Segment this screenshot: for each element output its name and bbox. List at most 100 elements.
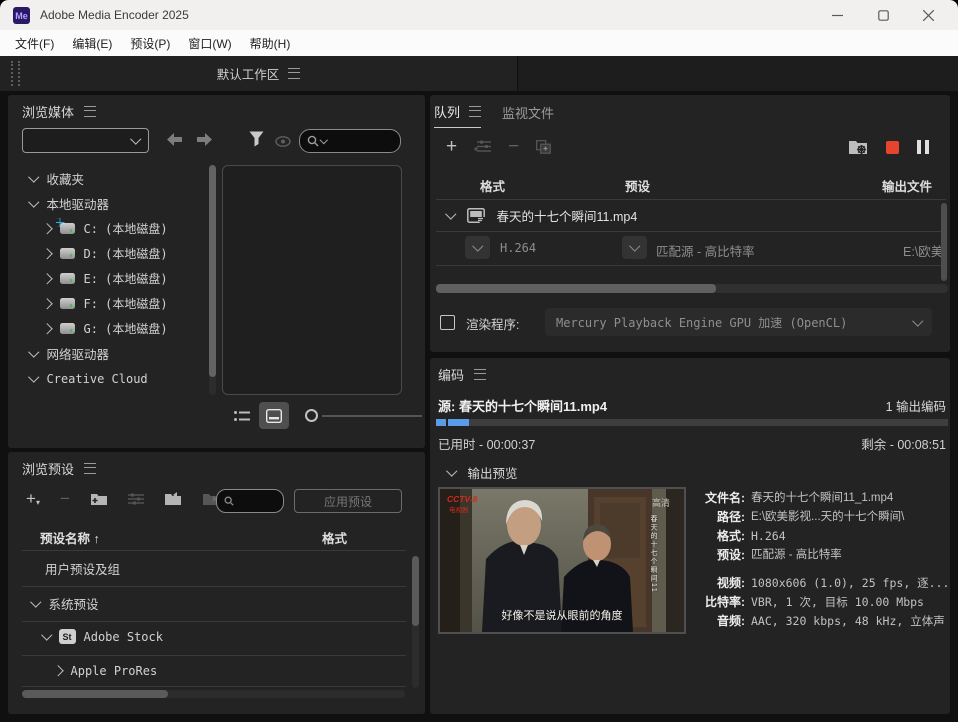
close-button[interactable] xyxy=(913,4,943,26)
col-queue-output[interactable]: 输出文件 xyxy=(882,176,932,195)
preset-search-input[interactable] xyxy=(216,489,284,513)
thumbnail-view-button[interactable] xyxy=(259,402,289,429)
col-queue-format[interactable]: 格式 xyxy=(480,176,505,195)
tree-item-favorites[interactable]: 收藏夹 xyxy=(30,166,84,191)
add-output-icon[interactable] xyxy=(474,140,491,153)
chevron-down-icon[interactable] xyxy=(28,197,39,208)
presets-horizontal-scrollbar[interactable] xyxy=(22,690,405,698)
queue-menu-icon[interactable] xyxy=(469,106,481,117)
eye-icon[interactable] xyxy=(275,134,291,152)
queue-vertical-scrollbar[interactable] xyxy=(941,203,947,281)
chevron-right-icon[interactable] xyxy=(41,298,52,309)
encoding-title: 编码 xyxy=(438,365,464,384)
channel-logo-sub: 电视剧 xyxy=(449,504,469,514)
renderer-dropdown[interactable]: Mercury Playback Engine GPU 加速 (OpenCL) xyxy=(545,308,932,336)
menu-edit[interactable]: 编辑(E) xyxy=(63,31,121,56)
media-location-dropdown[interactable] xyxy=(22,128,149,153)
thumbnail-size-slider-track[interactable] xyxy=(322,415,422,417)
chevron-down-icon[interactable] xyxy=(28,347,39,358)
preset-row-adobe-stock[interactable]: St Adobe Stock xyxy=(43,624,163,649)
media-tree-scrollbar[interactable] xyxy=(209,165,216,395)
preset-dropdown-button[interactable] xyxy=(622,236,647,259)
tree-item-drive-g[interactable]: G: (本地磁盘) xyxy=(43,316,168,341)
tree-item-label: F: (本地磁盘) xyxy=(84,295,168,312)
menu-help[interactable]: 帮助(H) xyxy=(241,31,300,56)
menu-preset[interactable]: 预设(P) xyxy=(121,31,179,56)
stop-queue-button[interactable] xyxy=(886,141,899,154)
chevron-down-icon[interactable] xyxy=(28,172,39,183)
detail-format: 格式:H.264 xyxy=(697,527,952,546)
job-output-path[interactable]: E:\欧美 xyxy=(903,241,946,260)
col-preset-name[interactable]: 预设名称 ↑ xyxy=(40,528,100,547)
chevron-down-icon[interactable] xyxy=(30,597,41,608)
back-arrow-button[interactable] xyxy=(166,132,183,152)
forward-arrow-button[interactable] xyxy=(196,132,213,152)
queue-job-row[interactable]: 春天的十七个瞬间11.mp4 xyxy=(447,206,637,225)
browse-presets-header: 浏览预设 xyxy=(22,459,96,478)
encode-elapsed: 已用时 - 00:00:37 xyxy=(438,434,535,453)
chevron-down-icon[interactable] xyxy=(41,630,52,641)
thumbnail-size-slider-knob[interactable] xyxy=(305,409,318,422)
menu-window[interactable]: 窗口(W) xyxy=(179,31,240,56)
add-source-button[interactable]: + xyxy=(446,137,457,156)
browse-presets-menu-icon[interactable] xyxy=(84,463,96,474)
queue-horizontal-scrollbar[interactable] xyxy=(436,284,948,293)
tree-item-drive-f[interactable]: F: (本地磁盘) xyxy=(43,291,168,316)
presets-vertical-scrollbar[interactable] xyxy=(412,556,419,688)
tab-queue[interactable]: 队列 xyxy=(434,102,481,128)
chevron-right-icon[interactable] xyxy=(52,665,63,676)
tab-watch-folders[interactable]: 监视文件 xyxy=(502,103,554,122)
remove-preset-button[interactable]: − xyxy=(60,490,70,507)
chevron-down-icon[interactable] xyxy=(445,209,456,220)
workspace-tab-default[interactable]: 默认工作区 xyxy=(0,56,517,91)
watch-folder-gear-icon[interactable] xyxy=(848,139,868,155)
browse-media-title: 浏览媒体 xyxy=(22,102,74,121)
chevron-right-icon[interactable] xyxy=(41,223,52,234)
preset-row-system-presets[interactable]: 系统预设 xyxy=(32,591,99,616)
encoding-menu-icon[interactable] xyxy=(474,369,486,380)
preset-row-user-presets[interactable]: 用户预设及组 xyxy=(45,556,120,581)
tree-item-drive-e[interactable]: E: (本地磁盘) xyxy=(43,266,168,291)
remove-source-button[interactable]: − xyxy=(508,137,519,156)
apply-preset-button[interactable]: 应用预设 xyxy=(294,489,402,513)
import-preset-icon[interactable] xyxy=(164,492,182,506)
duplicate-icon[interactable] xyxy=(536,140,551,154)
chevron-down-icon[interactable] xyxy=(28,372,39,383)
tree-item-drive-d[interactable]: D: (本地磁盘) xyxy=(43,241,168,266)
job-format-value[interactable]: H.264 xyxy=(500,241,536,255)
media-search-input[interactable] xyxy=(299,129,401,153)
new-preset-group-icon[interactable] xyxy=(90,492,108,506)
preset-row-apple-prores[interactable]: Apple ProRes xyxy=(54,658,157,683)
chevron-right-icon[interactable] xyxy=(41,248,52,259)
tree-item-label: Creative Cloud xyxy=(47,372,148,386)
encode-remaining: 剩余 - 00:08:51 xyxy=(760,434,946,453)
title-bar: Me Adobe Media Encoder 2025 xyxy=(0,0,958,30)
search-options-chevron-icon[interactable] xyxy=(320,136,328,144)
preset-settings-icon[interactable] xyxy=(128,493,144,505)
job-preset-value[interactable]: 匹配源 - 高比特率 xyxy=(656,241,755,260)
maximize-button[interactable] xyxy=(868,4,898,26)
tree-item-creative-cloud[interactable]: Creative Cloud xyxy=(30,366,148,391)
chevron-right-icon[interactable] xyxy=(41,273,52,284)
renderer-checkbox[interactable] xyxy=(440,315,455,330)
pause-queue-button[interactable] xyxy=(917,140,929,154)
output-preview-toggle[interactable]: 输出预览 xyxy=(448,463,518,482)
tree-item-drive-c[interactable]: C: (本地磁盘) xyxy=(43,216,168,241)
col-queue-preset[interactable]: 预设 xyxy=(625,176,650,195)
chevron-right-icon[interactable] xyxy=(41,323,52,334)
list-view-button[interactable] xyxy=(234,410,250,428)
minimize-button[interactable] xyxy=(822,4,852,26)
format-dropdown-button[interactable] xyxy=(465,236,490,259)
browse-media-menu-icon[interactable] xyxy=(84,106,96,117)
add-preset-button[interactable]: +▾ xyxy=(26,490,40,507)
tree-item-local-drives[interactable]: 本地驱动器 xyxy=(30,191,109,216)
col-preset-format[interactable]: 格式 xyxy=(322,528,347,547)
app-title: Adobe Media Encoder 2025 xyxy=(40,8,189,22)
tree-item-network-drives[interactable]: 网络驱动器 xyxy=(30,341,109,366)
menu-file[interactable]: 文件(F) xyxy=(6,31,63,56)
media-content-pane[interactable] xyxy=(222,165,402,395)
tree-item-label: 收藏夹 xyxy=(47,169,85,188)
detail-filename: 文件名:春天的十七个瞬间11_1.mp4 xyxy=(697,489,952,508)
workspace-menu-icon[interactable] xyxy=(288,68,300,79)
filter-icon[interactable] xyxy=(249,131,264,152)
